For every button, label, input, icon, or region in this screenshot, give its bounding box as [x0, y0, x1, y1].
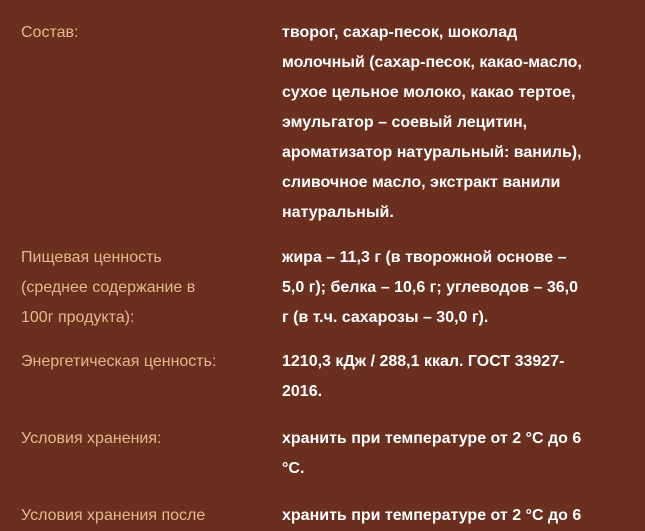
spec-label-nutrition: Пищевая ценность (среднее содержание в 1…	[21, 249, 196, 326]
spec-label-energy: Энергетическая ценность:	[21, 353, 217, 370]
spec-label-composition: Состав:	[21, 24, 79, 41]
spec-value-storage: хранить при температуре от 2 °С до 6 °С.	[282, 430, 582, 477]
spec-value-composition: творог, сахар-песок, шоколад молочный (с…	[282, 24, 582, 221]
spec-label-storage: Условия хранения:	[21, 430, 162, 447]
spec-value-energy: 1210,3 кДж / 288,1 ккал. ГОСТ 33927- 201…	[282, 353, 565, 400]
spec-label-storage-after-opening: Условия хранения после	[21, 507, 206, 524]
spec-value-storage-after-opening: хранить при температуре от 2 °С до 6	[282, 507, 582, 524]
spec-value-nutrition: жира – 11,3 г (в творожной основе – 5,0 …	[282, 249, 579, 326]
